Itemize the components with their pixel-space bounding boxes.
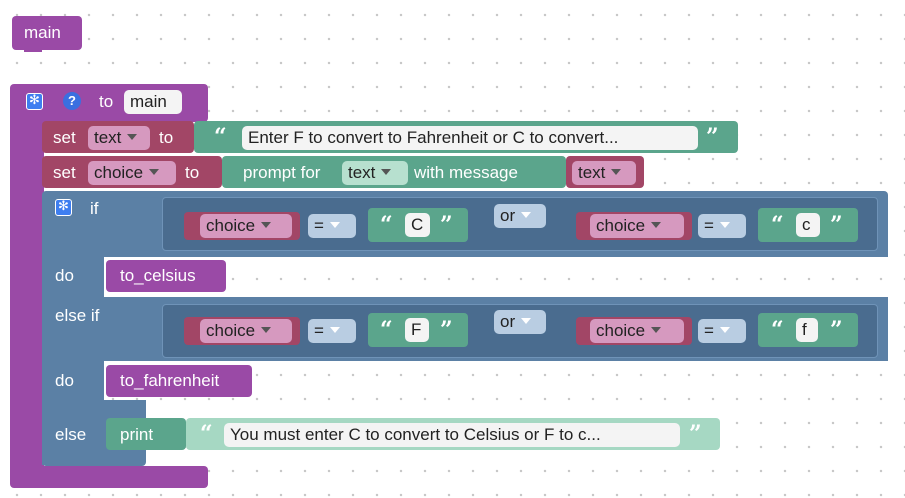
- procedure-settings-icon[interactable]: [26, 92, 43, 110]
- set-text-variable-dropdown[interactable]: text: [88, 126, 150, 150]
- cond1-or-dropdown[interactable]: or: [494, 204, 546, 228]
- quote-close-icon: ”: [440, 317, 453, 343]
- call-to-celsius-block[interactable]: to_celsius: [106, 260, 226, 292]
- chevron-down-icon: [127, 133, 138, 140]
- cond1-left-var-dropdown[interactable]: choice: [200, 214, 292, 238]
- do-label-2: do: [55, 371, 74, 390]
- cond2-right-op-dropdown[interactable]: =: [698, 319, 746, 343]
- set-text-set-label: set: [53, 128, 76, 147]
- chevron-down-icon: [261, 326, 272, 333]
- main-call-block[interactable]: main: [12, 16, 82, 50]
- prompt-for-label: prompt for: [243, 163, 321, 182]
- set-text-to-label: to: [159, 128, 174, 147]
- with-message-label: with message: [414, 163, 518, 182]
- chevron-down-icon: [521, 317, 532, 324]
- quote-open-icon: “: [200, 421, 213, 447]
- set-choice-set-label: set: [53, 163, 76, 182]
- else-label: else: [55, 425, 87, 444]
- call-to-fahrenheit-block[interactable]: to_fahrenheit: [106, 365, 252, 397]
- quote-close-icon: ”: [830, 317, 843, 343]
- quote-open-icon: “: [214, 124, 227, 150]
- procedure-body-bar: [10, 110, 44, 470]
- procedure-name-field[interactable]: main: [124, 90, 182, 114]
- cond2-left-var-dropdown[interactable]: choice: [200, 319, 292, 343]
- procedure-to-label: to: [99, 92, 114, 111]
- chevron-down-icon: [719, 326, 730, 333]
- quote-close-icon: ”: [706, 124, 719, 150]
- chevron-down-icon: [329, 221, 340, 228]
- chevron-down-icon: [521, 211, 532, 218]
- set-choice-to-label: to: [185, 163, 200, 182]
- cond1-left-string-field[interactable]: C: [405, 213, 430, 237]
- do-label-1: do: [55, 266, 74, 285]
- cond1-right-op-dropdown[interactable]: =: [698, 214, 746, 238]
- print-string-field[interactable]: You must enter C to convert to Celsius o…: [224, 423, 680, 447]
- cond2-left-string-field[interactable]: F: [405, 318, 429, 342]
- string-literal-field[interactable]: Enter F to convert to Fahrenheit or C to…: [242, 126, 698, 150]
- call-to-celsius-label: to_celsius: [120, 266, 196, 285]
- cond1-right-string-field[interactable]: c: [796, 213, 820, 237]
- set-choice-variable-dropdown[interactable]: choice: [88, 161, 176, 185]
- quote-close-icon: ”: [830, 212, 843, 238]
- chevron-down-icon: [719, 221, 730, 228]
- message-variable-dropdown[interactable]: text: [572, 161, 636, 185]
- quote-open-icon: “: [380, 317, 393, 343]
- cond2-right-var-dropdown[interactable]: choice: [590, 319, 684, 343]
- chevron-down-icon: [149, 168, 160, 175]
- if-settings-icon[interactable]: [55, 198, 72, 216]
- cond2-right-string-field[interactable]: f: [796, 318, 818, 342]
- cond1-right-var-dropdown[interactable]: choice: [590, 214, 684, 238]
- chevron-down-icon: [329, 326, 340, 333]
- chevron-down-icon: [611, 168, 622, 175]
- print-label: print: [120, 425, 154, 444]
- chevron-down-icon: [651, 326, 662, 333]
- call-to-fahrenheit-label: to_fahrenheit: [120, 371, 220, 390]
- elseif-label: else if: [55, 306, 100, 325]
- main-call-label: main: [24, 23, 61, 42]
- quote-close-icon: ”: [440, 212, 453, 238]
- cond2-or-dropdown[interactable]: or: [494, 310, 546, 334]
- quote-close-icon: ”: [689, 421, 702, 447]
- procedure-help-icon[interactable]: ?: [63, 92, 81, 110]
- cond2-left-op-dropdown[interactable]: =: [308, 319, 356, 343]
- chevron-down-icon: [651, 221, 662, 228]
- main-call-tab: [24, 48, 42, 52]
- cond1-left-op-dropdown[interactable]: =: [308, 214, 356, 238]
- prompt-type-dropdown[interactable]: text: [342, 161, 408, 185]
- chevron-down-icon: [261, 221, 272, 228]
- if-label: if: [90, 199, 99, 218]
- procedure-footer: [10, 466, 208, 488]
- chevron-down-icon: [381, 168, 392, 175]
- quote-open-icon: “: [771, 317, 784, 343]
- quote-open-icon: “: [380, 212, 393, 238]
- quote-open-icon: “: [771, 212, 784, 238]
